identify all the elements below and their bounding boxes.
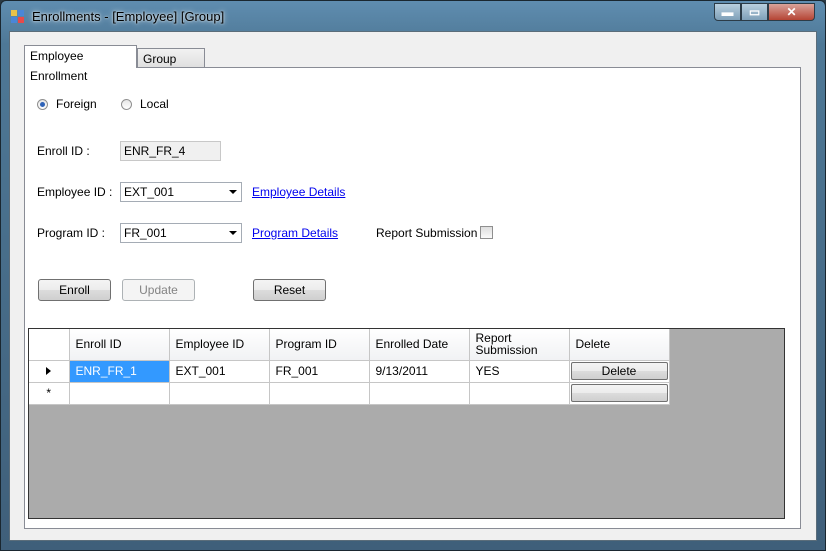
new-row[interactable]: * xyxy=(29,382,670,405)
local-radio-label[interactable]: Local xyxy=(140,97,169,111)
report-submission-label: Report Submission : xyxy=(376,226,485,240)
row-selector[interactable] xyxy=(29,360,70,383)
report-submission-checkbox[interactable] xyxy=(480,226,493,239)
minimize-button[interactable]: ▬ xyxy=(714,3,741,21)
column-header-employee-id[interactable]: Employee ID xyxy=(169,329,270,361)
new-cell-enroll-id[interactable] xyxy=(69,382,170,405)
employee-id-label: Employee ID : xyxy=(37,185,113,199)
maximize-button[interactable]: ▭ xyxy=(741,3,768,21)
cell-enrolled-date[interactable]: 9/13/2011 xyxy=(369,360,470,383)
column-header-report-submission[interactable]: Report Submission xyxy=(469,329,570,361)
program-id-value: FR_001 xyxy=(124,226,167,240)
new-row-delete-button[interactable] xyxy=(570,384,668,402)
enroll-button[interactable]: Enroll xyxy=(38,279,111,301)
row-delete-button[interactable]: Delete xyxy=(570,362,668,380)
window-title: Enrollments - [Employee] [Group] xyxy=(32,9,225,24)
new-cell-program-id[interactable] xyxy=(269,382,370,405)
enrollments-window: Enrollments - [Employee] [Group] ▬ ▭ ✕ E… xyxy=(0,0,826,551)
employee-id-value: EXT_001 xyxy=(124,185,175,199)
cell-report-submission[interactable]: YES xyxy=(469,360,570,383)
foreign-radio-label[interactable]: Foreign xyxy=(56,97,97,111)
chevron-down-icon[interactable] xyxy=(229,190,237,194)
chevron-down-icon[interactable] xyxy=(229,231,237,235)
close-button[interactable]: ✕ xyxy=(768,3,815,21)
employee-enrollment-panel: Foreign Local Enroll ID : ENR_FR_4 Emplo… xyxy=(24,67,801,529)
cell-program-id[interactable]: FR_001 xyxy=(269,360,370,383)
cell-enroll-id[interactable]: ENR_FR_1 xyxy=(69,360,170,383)
employee-details-link[interactable]: Employee Details xyxy=(252,185,345,199)
new-cell-employee-id[interactable] xyxy=(169,382,270,405)
enroll-id-label: Enroll ID : xyxy=(37,144,90,158)
current-row-arrow-icon xyxy=(46,367,52,375)
local-radio[interactable] xyxy=(121,99,132,110)
foreign-radio[interactable] xyxy=(37,99,48,110)
enrollments-table: Enroll ID Employee ID Program ID Enrolle… xyxy=(29,329,670,405)
grid-header-row: Enroll ID Employee ID Program ID Enrolle… xyxy=(29,329,670,361)
cell-delete: Delete xyxy=(569,360,670,383)
cell-employee-id[interactable]: EXT_001 xyxy=(169,360,270,383)
update-button[interactable]: Update xyxy=(122,279,195,301)
app-icon xyxy=(11,10,25,24)
program-details-link[interactable]: Program Details xyxy=(252,226,338,240)
tab-group-enroll[interactable]: Group Enroll xyxy=(137,48,205,86)
title-bar[interactable]: Enrollments - [Employee] [Group] ▬ ▭ ✕ xyxy=(1,1,825,31)
enrollments-grid[interactable]: Enroll ID Employee ID Program ID Enrolle… xyxy=(28,328,785,519)
form-client-area: Employee Enrollment Group Enroll Foreign… xyxy=(9,31,817,541)
new-row-marker[interactable]: * xyxy=(29,382,70,405)
column-header-program-id[interactable]: Program ID xyxy=(269,329,370,361)
column-header-enroll-id[interactable]: Enroll ID xyxy=(69,329,170,361)
column-header-delete[interactable]: Delete xyxy=(569,329,670,361)
new-cell-delete xyxy=(569,382,670,405)
enroll-id-field[interactable]: ENR_FR_4 xyxy=(120,141,221,161)
employee-id-combo[interactable]: EXT_001 xyxy=(120,182,242,202)
new-cell-enrolled-date[interactable] xyxy=(369,382,470,405)
row-header-corner[interactable] xyxy=(29,329,70,361)
new-cell-report-submission[interactable] xyxy=(469,382,570,405)
program-id-combo[interactable]: FR_001 xyxy=(120,223,242,243)
reset-button[interactable]: Reset xyxy=(253,279,326,301)
program-id-label: Program ID : xyxy=(37,226,106,240)
column-header-enrolled-date[interactable]: Enrolled Date xyxy=(369,329,470,361)
table-row[interactable]: ENR_FR_1 EXT_001 FR_001 9/13/2011 YES De… xyxy=(29,360,670,383)
tab-employee-enrollment[interactable]: Employee Enrollment xyxy=(24,45,137,83)
